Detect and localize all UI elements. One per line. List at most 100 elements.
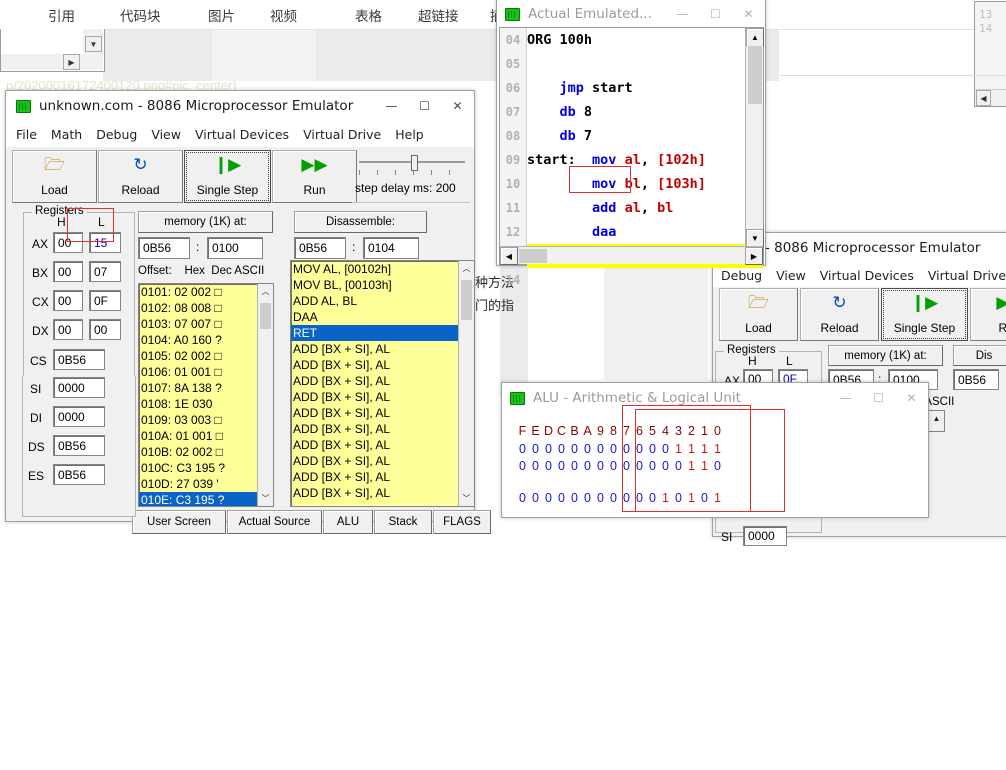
memory-row[interactable]: 0102: 08 008 □ xyxy=(139,300,273,316)
bg-scroll-right-arrow-icon[interactable]: ▶ xyxy=(63,54,80,70)
menu-vdrive[interactable]: Virtual Drive xyxy=(303,127,381,142)
secondary-menu-view[interactable]: View xyxy=(776,268,806,283)
secondary-menu-vdev[interactable]: Virtual Devices xyxy=(820,268,914,283)
secondary-run-button[interactable]: ▶▶ Run xyxy=(970,288,1006,341)
disassemble-scrollbar[interactable]: ︿ ﹀ xyxy=(458,261,474,506)
memory-row[interactable]: 0109: 03 003 □ xyxy=(139,412,273,428)
secondary-memory-button[interactable]: memory (1K) at: xyxy=(828,345,943,366)
memory-button[interactable]: memory (1K) at: xyxy=(138,211,273,233)
memory-segment-field[interactable]: 0B56 xyxy=(138,237,190,259)
reg-bx-l[interactable]: 07 xyxy=(89,261,121,282)
memory-row[interactable]: 0108: 1E 030 xyxy=(139,396,273,412)
reg-di-value[interactable]: 0000 xyxy=(53,406,105,427)
minimize-button[interactable]: — xyxy=(829,383,862,413)
bg-scroll-down-arrow-icon[interactable]: ▼ xyxy=(85,36,102,52)
disassemble-row[interactable]: ADD [BX + SI], AL xyxy=(291,357,474,373)
disassemble-row[interactable]: ADD [BX + SI], AL xyxy=(291,373,474,389)
load-button[interactable]: 🗁 Load xyxy=(12,150,97,203)
secondary-load-button[interactable]: 🗁 Load xyxy=(719,288,798,341)
reg-ax-h[interactable]: 00 xyxy=(53,232,83,253)
reg-ax-l[interactable]: 15 xyxy=(89,232,121,253)
close-button[interactable]: ✕ xyxy=(441,91,474,121)
disassemble-scroll-thumb[interactable] xyxy=(460,279,473,321)
single-step-button[interactable]: ❙▶ Single Step xyxy=(184,150,271,203)
scroll-down-arrow-icon[interactable]: ﹀ xyxy=(258,491,273,506)
secondary-menu-vdrive[interactable]: Virtual Drive xyxy=(928,268,1006,283)
alu-button[interactable]: ALU xyxy=(323,510,373,534)
disassemble-row[interactable]: MOV AL, [00102h] xyxy=(291,261,474,277)
memory-row[interactable]: 010A: 01 001 □ xyxy=(139,428,273,444)
close-button[interactable]: ✕ xyxy=(732,0,765,29)
bg-menu-table[interactable]: 表格 xyxy=(355,5,382,25)
minimize-button[interactable]: — xyxy=(375,91,408,121)
disassemble-row[interactable]: ADD [BX + SI], AL xyxy=(291,341,474,357)
ghost-scroll-left-arrow-icon[interactable]: ◀ xyxy=(976,90,991,106)
reload-button[interactable]: ↻ Reload xyxy=(98,150,183,203)
actual-source-button[interactable]: Actual Source xyxy=(227,510,322,534)
run-button[interactable]: ▶▶ Run xyxy=(272,150,357,203)
memory-row[interactable]: 0104: A0 160 ? xyxy=(139,332,273,348)
disassemble-row[interactable]: ADD [BX + SI], AL xyxy=(291,437,474,453)
source-hscrollbar[interactable]: ◀ ▶ xyxy=(500,246,763,265)
maximize-button[interactable]: ☐ xyxy=(699,0,732,29)
main-title-bar[interactable]: unknown.com - 8086 Microprocessor Emulat… xyxy=(6,91,474,121)
step-delay-slider[interactable] xyxy=(359,155,465,180)
bg-menu-image[interactable]: 图片 xyxy=(208,5,235,25)
memory-row[interactable]: 0106: 01 001 □ xyxy=(139,364,273,380)
bg-hscroll-track[interactable]: ▶ xyxy=(1,54,103,70)
disassemble-button[interactable]: Disassemble: xyxy=(294,211,427,233)
user-screen-button[interactable]: User Screen xyxy=(132,510,226,534)
disassemble-row[interactable]: ADD [BX + SI], AL xyxy=(291,485,474,501)
close-button[interactable]: ✕ xyxy=(895,383,928,413)
scroll-up-arrow-icon[interactable]: ︿ xyxy=(258,284,273,299)
scroll-down-arrow-icon[interactable]: ▼ xyxy=(746,229,764,247)
scroll-right-arrow-icon[interactable]: ▶ xyxy=(745,247,763,265)
reg-bx-h[interactable]: 00 xyxy=(53,261,83,282)
memory-row[interactable]: 010B: 02 002 □ xyxy=(139,444,273,460)
bg-menu-link[interactable]: 超链接 xyxy=(418,5,459,25)
reg-dx-l[interactable]: 00 xyxy=(89,319,121,340)
source-vscrollbar[interactable]: ▲ ▼ xyxy=(745,28,764,247)
secondary-reg-si-value[interactable]: 0000 xyxy=(743,526,787,546)
slider-thumb[interactable] xyxy=(411,155,418,171)
disassemble-row[interactable]: MOV BL, [00103h] xyxy=(291,277,474,293)
maximize-button[interactable]: ☐ xyxy=(408,91,441,121)
reg-cx-h[interactable]: 00 xyxy=(53,290,83,311)
source-scroll-thumb[interactable] xyxy=(747,45,763,105)
disassemble-row[interactable]: ADD AL, BL xyxy=(291,293,474,309)
disassemble-row[interactable]: ADD [BX + SI], AL xyxy=(291,469,474,485)
disassemble-row-selected[interactable]: RET xyxy=(291,325,474,341)
disassemble-row[interactable]: ADD [BX + SI], AL xyxy=(291,389,474,405)
menu-file[interactable]: File xyxy=(16,127,37,142)
disassemble-offset-field[interactable]: 0104 xyxy=(363,237,419,259)
bg-menu-video[interactable]: 视频 xyxy=(270,5,297,25)
memory-row[interactable]: 010C: C3 195 ? xyxy=(139,460,273,476)
scroll-up-arrow-icon[interactable]: ▲ xyxy=(929,411,944,426)
disassemble-segment-field[interactable]: 0B56 xyxy=(294,237,346,259)
disassemble-row[interactable]: DAA xyxy=(291,309,474,325)
memory-row[interactable]: 0103: 07 007 □ xyxy=(139,316,273,332)
scroll-up-arrow-icon[interactable]: ▲ xyxy=(746,28,764,46)
minimize-button[interactable]: — xyxy=(666,0,699,29)
memory-row[interactable]: 0107: 8A 138 ? xyxy=(139,380,273,396)
disassemble-row[interactable]: ADD [BX + SI], AL xyxy=(291,421,474,437)
secondary-memory-scrollbar[interactable]: ▲ xyxy=(928,411,944,431)
secondary-disasm-button[interactable]: Dis xyxy=(953,345,1006,366)
disassemble-row[interactable]: ADD [BX + SI], AL xyxy=(291,405,474,421)
reg-es-value[interactable]: 0B56 xyxy=(53,464,105,485)
flags-button[interactable]: FLAGS xyxy=(433,510,491,534)
memory-row[interactable]: 0101: 02 002 □ xyxy=(139,284,273,300)
scroll-up-arrow-icon[interactable]: ︿ xyxy=(459,261,474,276)
menu-math[interactable]: Math xyxy=(51,127,82,142)
source-title-bar[interactable]: Actual Emulated... — ☐ ✕ xyxy=(497,0,765,29)
memory-row-selected[interactable]: 010E: C3 195 ? xyxy=(139,492,273,506)
stack-button[interactable]: Stack xyxy=(374,510,432,534)
reg-cs-value[interactable]: 0B56 xyxy=(53,349,105,370)
scroll-left-arrow-icon[interactable]: ◀ xyxy=(500,247,518,265)
reg-cx-l[interactable]: 0F xyxy=(89,290,121,311)
source-hscroll-thumb[interactable] xyxy=(518,248,548,264)
memory-scroll-thumb[interactable] xyxy=(259,302,272,330)
memory-row[interactable]: 010D: 27 039 ' xyxy=(139,476,273,492)
secondary-reload-button[interactable]: ↻ Reload xyxy=(800,288,879,341)
disassemble-row[interactable]: ADD [BX + SI], AL xyxy=(291,453,474,469)
